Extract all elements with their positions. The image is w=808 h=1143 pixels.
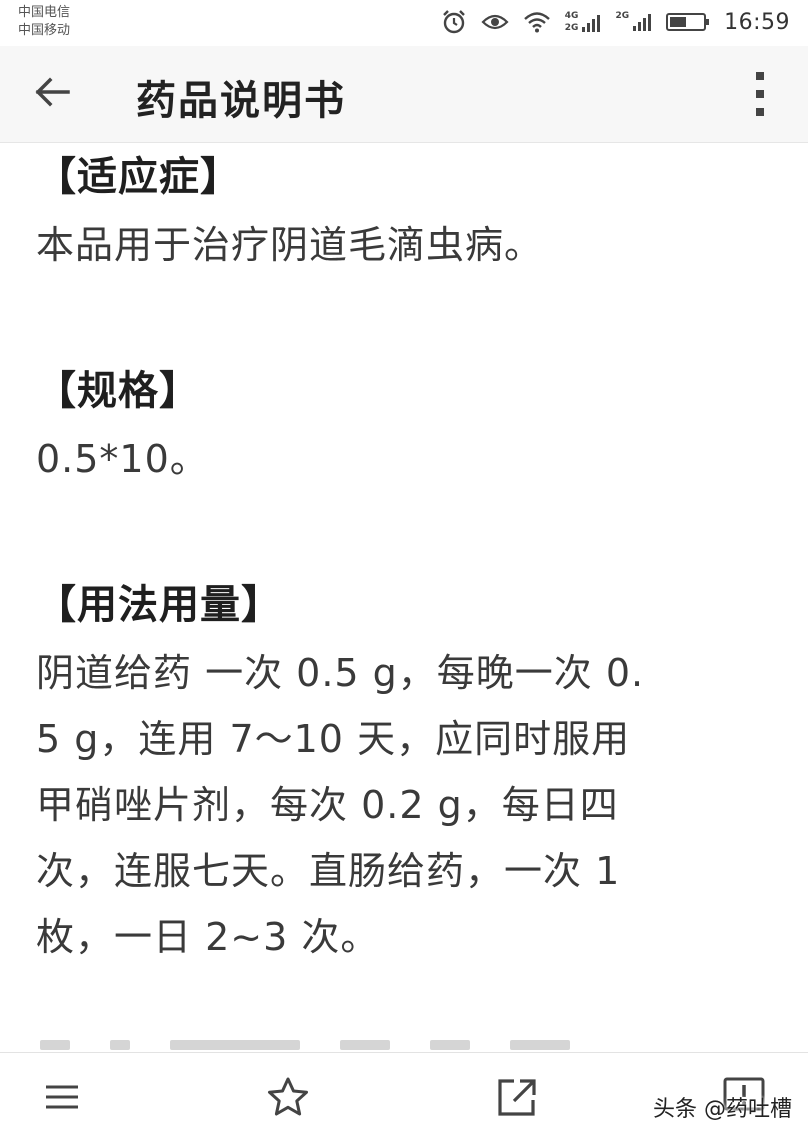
signal-a-icon: 4G 2G — [564, 10, 602, 33]
share-button[interactable] — [496, 1077, 540, 1121]
star-icon — [266, 1076, 310, 1122]
page-title: 药品说明书 — [136, 78, 346, 124]
battery-icon — [666, 12, 710, 32]
more-options-button[interactable] — [748, 72, 772, 116]
share-icon — [496, 1076, 540, 1122]
net-b-label: 2G — [615, 11, 630, 21]
arrow-left-icon — [32, 76, 72, 112]
section-body: 0.5*10。 — [36, 437, 209, 481]
clock-time: 16:59 — [724, 9, 790, 35]
leaflet-content: 【适应症】 本品用于治疗阴道毛滴虫病。 【规格】 0.5*10。 【用法用量】 … — [36, 142, 776, 970]
section-body-line: 阴道给药 一次 0.5 g，每晚一次 0. — [36, 651, 645, 695]
more-vertical-icon-dot — [756, 72, 764, 80]
section-body-line: 次，连服七天。直肠给药，一次 1 — [36, 849, 621, 893]
section-indications: 【适应症】 本品用于治疗阴道毛滴虫病。 — [36, 142, 776, 278]
section-specification: 【规格】 0.5*10。 — [36, 356, 776, 492]
section-dosage: 【用法用量】 阴道给药 一次 0.5 g，每晚一次 0. 5 g，连用 7～10… — [36, 570, 776, 970]
signal-b-icon: 2G — [615, 12, 652, 32]
section-heading: 【用法用量】 — [36, 582, 282, 628]
alarm-icon — [441, 9, 467, 35]
net-a-top-label: 4G — [564, 10, 579, 21]
watermark: 头条 @药吐槽 — [653, 1097, 792, 1122]
menu-button[interactable] — [40, 1077, 84, 1121]
section-body-line: 枚，一日 2~3 次。 — [36, 915, 380, 959]
section-body: 本品用于治疗阴道毛滴虫病。 — [36, 223, 544, 267]
back-button[interactable] — [28, 74, 76, 114]
app-bar: 药品说明书 — [0, 46, 808, 143]
carrier-1: 中国电信 — [18, 5, 71, 20]
section-heading: 【适应症】 — [36, 154, 241, 200]
menu-icon — [42, 1082, 82, 1116]
favorite-button[interactable] — [266, 1077, 310, 1121]
bottom-toolbar: 头条 @药吐槽 — [0, 1052, 808, 1143]
carrier-2: 中国移动 — [18, 23, 71, 38]
section-heading: 【规格】 — [36, 368, 200, 414]
more-vertical-icon-dot — [756, 108, 764, 116]
wifi-icon — [523, 11, 551, 33]
carrier-names: 中国电信 中国移动 — [18, 4, 70, 40]
status-bar: 中国电信 中国移动 4G 2G 2G 16:59 — [0, 0, 808, 46]
more-vertical-icon-dot — [756, 90, 764, 98]
section-body-line: 5 g，连用 7～10 天，应同时服用 — [36, 717, 631, 761]
status-icons: 4G 2G 2G 16:59 — [441, 8, 790, 36]
section-body-line: 甲硝唑片剂，每次 0.2 g，每日四 — [36, 783, 619, 827]
net-a-bottom-label: 2G — [564, 22, 579, 33]
eye-icon — [481, 12, 509, 32]
